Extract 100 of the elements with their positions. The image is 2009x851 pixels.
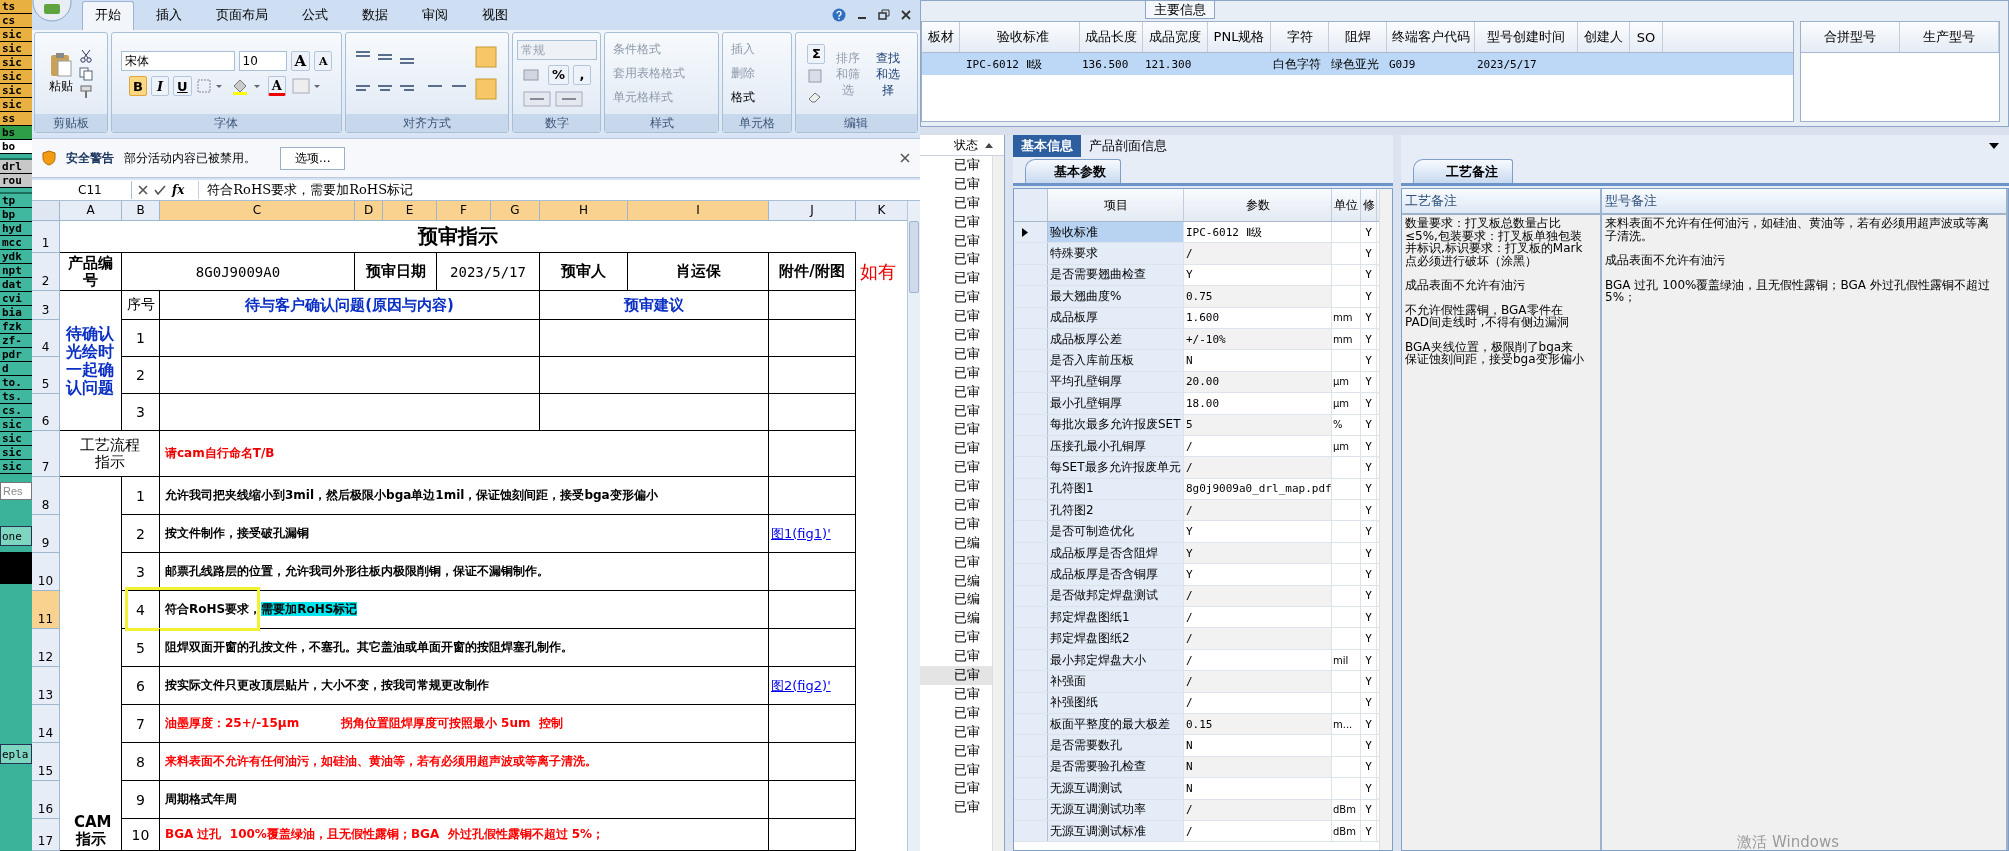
column-header[interactable]: 阻焊 — [1329, 22, 1387, 52]
ribbon-tab[interactable]: 数据 — [350, 2, 400, 30]
table-cell[interactable]: 板面平整度的最大极差 — [1048, 714, 1184, 735]
layer-tag[interactable]: sic — [0, 446, 32, 460]
scroll-up-icon[interactable] — [984, 141, 994, 149]
font-color-button[interactable]: A — [267, 76, 286, 96]
row-header[interactable]: 17 — [32, 819, 60, 851]
table-cell[interactable]: IPC-6012 Ⅱ级 — [1184, 222, 1332, 243]
format-painter-icon[interactable] — [79, 84, 94, 99]
status-cell[interactable]: 已审 — [920, 552, 992, 572]
row-header[interactable]: 9 — [32, 515, 60, 553]
table-cell[interactable]: 邦定焊盘图纸1 — [1048, 607, 1184, 628]
table-cell[interactable]: 孔符图1 — [1048, 478, 1184, 500]
column-header[interactable]: 项目 — [1048, 189, 1184, 221]
select-all-corner[interactable] — [32, 201, 60, 221]
status-cell[interactable]: 已审 — [920, 231, 992, 251]
editing-button[interactable]: 查找和选择 — [871, 49, 906, 98]
layer-tag[interactable]: fzk — [0, 320, 32, 334]
row-header[interactable]: 7 — [32, 431, 60, 477]
row-header[interactable]: 2 — [32, 253, 60, 291]
status-cell[interactable]: 已审 — [920, 628, 992, 648]
status-cell[interactable]: 已审 — [920, 722, 992, 742]
layer-tag[interactable]: ts. — [0, 390, 32, 404]
status-cell[interactable]: 已审 — [920, 798, 992, 818]
row-header[interactable]: 3 — [32, 291, 60, 320]
row-header[interactable]: 11 — [32, 591, 60, 629]
comma-button[interactable]: , — [573, 64, 591, 85]
tab[interactable]: 基本信息 — [1013, 135, 1081, 157]
row-header[interactable]: 12 — [32, 629, 60, 667]
table-cell[interactable]: 邦定焊盘图纸2 — [1048, 628, 1184, 649]
column-header[interactable]: K — [856, 201, 907, 221]
status-cell[interactable]: 已审 — [920, 363, 992, 383]
column-header[interactable]: 合拼型号 — [1801, 22, 1900, 52]
table-cell[interactable]: 最小邦定焊盘大小 — [1048, 649, 1184, 671]
table-cell[interactable]: 孔符图2 — [1048, 500, 1184, 521]
table-cell[interactable]: 补强面 — [1048, 671, 1184, 692]
table-cell[interactable]: / — [1184, 457, 1332, 478]
splitter[interactable] — [1393, 135, 1401, 851]
scrollbar[interactable] — [1379, 189, 1392, 850]
table-cell[interactable]: / — [1184, 671, 1332, 692]
layer-tag[interactable]: zf- — [0, 334, 32, 348]
table-cell[interactable]: Y — [1184, 542, 1332, 564]
column-header[interactable]: 终端客户代码 — [1387, 22, 1475, 52]
tab[interactable]: 基本参数 — [1025, 159, 1121, 183]
layer-tag[interactable]: sic — [0, 28, 32, 42]
row-header[interactable]: 4 — [32, 320, 60, 357]
table-cell[interactable]: 18.00 — [1184, 393, 1332, 414]
status-cell[interactable]: 已审 — [920, 212, 992, 232]
table-cell[interactable]: / — [1184, 628, 1332, 649]
ribbon-tab[interactable]: 审阅 — [410, 2, 460, 30]
column-header[interactable]: 验收标准 — [960, 22, 1080, 52]
layer-tag[interactable]: rou — [0, 174, 32, 188]
table-cell[interactable]: 验收标准 — [1048, 222, 1184, 243]
table-cell[interactable]: 特殊要求 — [1048, 243, 1184, 264]
layer-tag[interactable]: to. — [0, 376, 32, 390]
row-header[interactable]: 10 — [32, 553, 60, 591]
row-header[interactable]: 16 — [32, 781, 60, 819]
font-name-field[interactable]: 宋体 — [120, 51, 235, 71]
table-row[interactable]: IPC-6012 Ⅱ级 136.500 121.300 白色字符 绿色亚光 G0J9 2023/5/17 — [922, 53, 1793, 75]
tab[interactable]: 工艺备注 — [1413, 159, 1513, 183]
restore-icon[interactable] — [878, 9, 890, 21]
column-header[interactable]: SO — [1630, 22, 1663, 52]
status-cell[interactable]: 已审 — [920, 193, 992, 213]
column-header[interactable]: F — [437, 201, 491, 221]
row-header[interactable]: 13 — [32, 667, 60, 705]
shrink-font-button[interactable]: A — [314, 51, 333, 71]
ribbon-tab[interactable]: 插入 — [144, 2, 194, 30]
cells-button[interactable]: 格式 — [728, 88, 757, 107]
column-header[interactable]: 成品长度 — [1080, 22, 1143, 52]
status-cell[interactable]: 已审 — [920, 174, 992, 194]
status-cell[interactable]: 已审 — [920, 269, 992, 289]
column-header[interactable]: J — [769, 201, 856, 221]
table-cell[interactable]: / — [1184, 435, 1332, 457]
office-button-icon[interactable] — [32, 0, 72, 22]
table-cell[interactable]: N — [1184, 756, 1332, 778]
figure-link[interactable]: 图1(fig1)' — [771, 524, 831, 543]
table-cell[interactable]: 0.75 — [1184, 286, 1332, 307]
table-cell[interactable]: / — [1184, 500, 1332, 521]
layer-tag[interactable]: sic — [0, 432, 32, 446]
table-cell[interactable]: 平均孔壁铜厚 — [1048, 371, 1184, 393]
status-cell[interactable]: 已审 — [920, 477, 992, 497]
column-header[interactable]: 型号创建时间 — [1475, 22, 1578, 52]
column-header[interactable]: C — [160, 201, 355, 221]
layer-tag[interactable]: bo — [0, 140, 32, 154]
check-icon[interactable] — [154, 185, 166, 195]
layer-tag[interactable]: bp — [0, 208, 32, 222]
name-box[interactable]: C11 — [32, 181, 132, 199]
layer-tag[interactable]: ts — [0, 0, 32, 14]
layer-tag[interactable]: pdr — [0, 348, 32, 362]
status-cell[interactable]: 已审 — [920, 779, 992, 799]
tab[interactable]: 产品剖面信息 — [1081, 135, 1175, 157]
layer-tag[interactable]: ydk — [0, 250, 32, 264]
table-cell[interactable]: N — [1184, 735, 1332, 756]
cut-icon[interactable] — [79, 48, 94, 63]
column-header[interactable]: 生产型号 — [1900, 22, 1999, 52]
ribbon-tab[interactable]: 公式 — [290, 2, 340, 30]
table-cell[interactable]: 补强图纸 — [1048, 692, 1184, 713]
table-cell[interactable]: / — [1184, 649, 1332, 671]
row-header[interactable]: 15 — [32, 743, 60, 781]
tool-button[interactable]: one — [0, 526, 32, 546]
